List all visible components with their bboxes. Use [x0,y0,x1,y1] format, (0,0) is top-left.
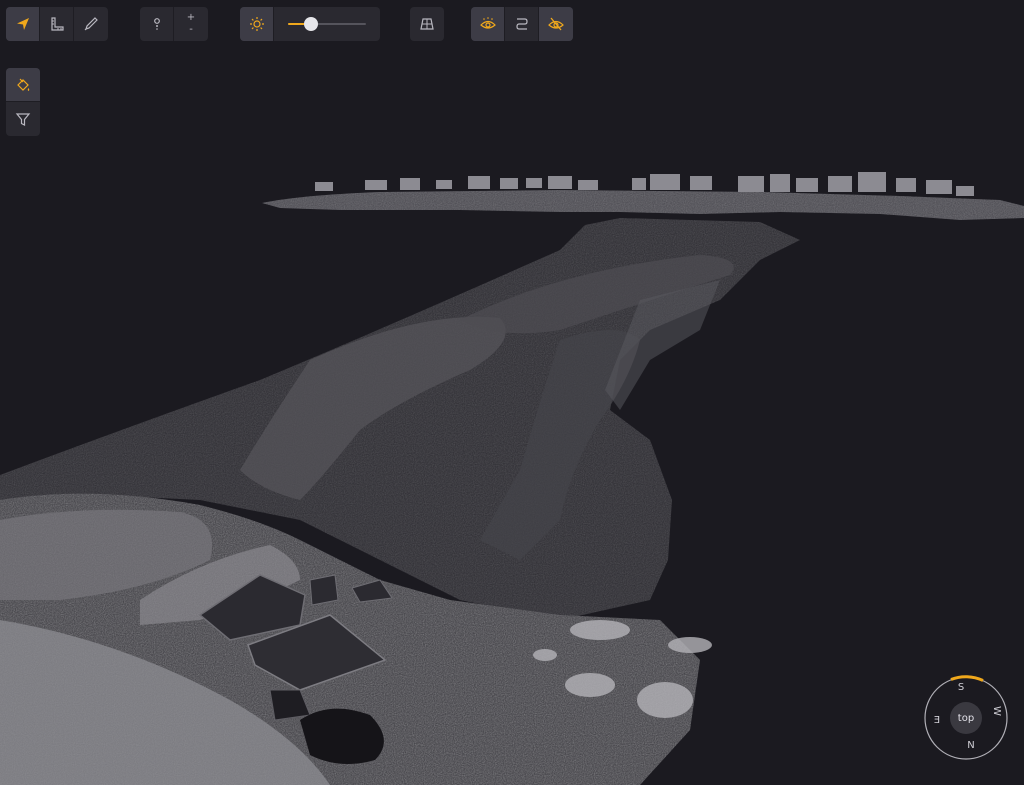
measure-tool-button[interactable] [40,7,74,41]
zoom-toolbar: + - [140,7,208,41]
brightness-button[interactable] [240,7,274,41]
eye-points-icon [479,17,496,29]
side-toolbar [6,68,40,136]
zoom-controls: + - [174,7,208,41]
compass-west-label: W [991,706,1002,716]
annotate-pen-icon [84,17,98,31]
filter-button[interactable] [6,102,40,136]
compass-north-label: N [967,740,975,751]
color-paint-icon [17,78,30,91]
compass-south-label: S [957,682,965,693]
visibility-toolbar [471,7,573,41]
zoom-out-button[interactable]: - [189,24,193,36]
compass-east-label: E [933,715,941,726]
annotate-tool-button[interactable] [74,7,108,41]
hide-button[interactable] [539,7,573,41]
sun-icon [249,17,264,31]
navigation-toolbar [6,7,108,41]
measure-ruler-icon [50,17,64,31]
point-size-button[interactable] [140,7,174,41]
path-curve-icon [515,18,528,30]
select-arrow-icon [16,18,29,30]
color-mode-button[interactable] [6,68,40,102]
point-cloud-render [0,172,1024,785]
filter-icon [15,113,31,126]
path-button[interactable] [505,7,539,41]
select-tool-button[interactable] [6,7,40,41]
point-cloud-viewport[interactable] [0,0,1024,785]
view-toolbar [410,7,444,41]
point-size-icon [153,18,160,30]
compass-top-button[interactable]: top [950,702,982,734]
perspective-button[interactable] [410,7,444,41]
compass[interactable]: S W N E top [923,675,1009,761]
zoom-in-button[interactable]: + [187,12,195,24]
perspective-grid-icon [420,18,434,30]
slider-thumb[interactable] [304,17,319,31]
brightness-slider[interactable] [274,7,380,41]
show-points-button[interactable] [471,7,505,41]
brightness-toolbar [240,7,380,41]
hide-eye-icon [548,17,564,31]
